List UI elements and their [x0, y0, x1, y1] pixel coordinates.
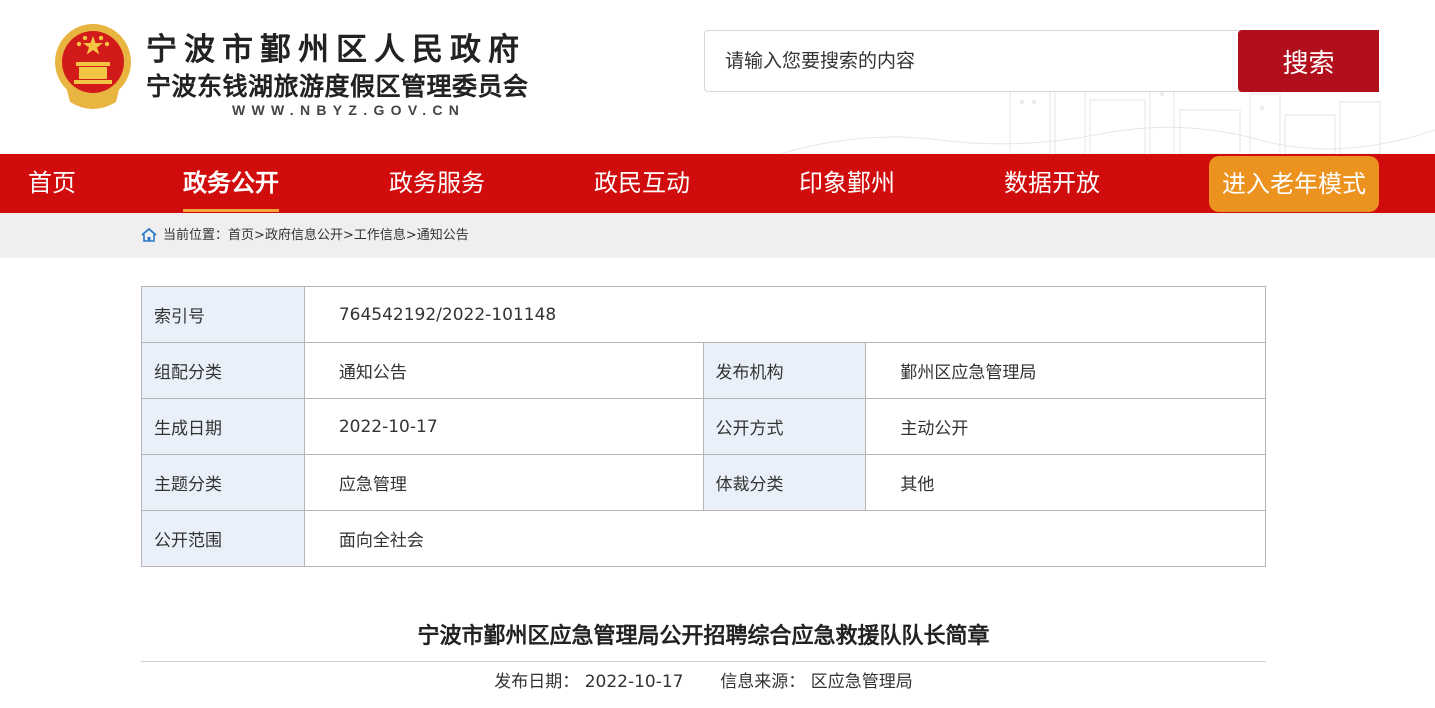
site-title-primary: 宁波市鄞州区人民政府	[146, 32, 526, 68]
site-url: WWW.NBYZ.GOV.CN	[232, 102, 466, 118]
table-row: 主题分类 应急管理 体裁分类 其他	[141, 454, 1266, 511]
main-nav: 首页 政务公开 政务服务 政民互动 印象鄞州 数据开放 进入老年模式	[0, 154, 1435, 213]
site-header: 宁波市鄞州区人民政府 宁波东钱湖旅游度假区管理委员会 WWW.NBYZ.GOV.…	[0, 0, 1435, 154]
publisher-label: 发布机构	[702, 342, 867, 399]
scope-value: 面向全社会	[303, 510, 1267, 567]
publish-date-value: 2022-10-17	[584, 672, 684, 692]
nav-item-government-services[interactable]: 政务服务	[389, 154, 485, 213]
category-value: 通知公告	[303, 342, 704, 399]
site-title-secondary: 宁波东钱湖旅游度假区管理委员会	[146, 72, 529, 101]
nav-item-home[interactable]: 首页	[28, 154, 76, 213]
disclosure-mode-value: 主动公开	[865, 398, 1266, 455]
breadcrumb-separator: >	[342, 228, 354, 243]
topic-label: 主题分类	[141, 454, 305, 511]
nav-item-open-data[interactable]: 数据开放	[1004, 154, 1100, 213]
table-row: 公开范围 面向全社会	[141, 510, 1267, 567]
article-meta: 发布日期： 2022-10-17 信息来源： 区应急管理局	[141, 667, 1266, 692]
source-value: 区应急管理局	[810, 672, 913, 692]
search-input[interactable]	[704, 30, 1244, 92]
search-button[interactable]: 搜索	[1238, 30, 1379, 92]
publisher-value: 鄞州区应急管理局	[865, 342, 1266, 399]
publish-date-label: 发布日期：	[494, 672, 580, 692]
nav-item-impression-yinzhou[interactable]: 印象鄞州	[799, 154, 895, 213]
home-icon	[141, 228, 157, 242]
genre-label: 体裁分类	[702, 454, 867, 511]
breadcrumb-prefix: 当前位置：	[163, 228, 229, 243]
nav-item-government-affairs[interactable]: 政务公开	[183, 154, 279, 213]
breadcrumb-work-info[interactable]: 工作信息	[354, 228, 406, 243]
table-row: 索引号 764542192/2022-101148	[141, 286, 1267, 343]
breadcrumb: 当前位置：首页>政府信息公开>工作信息>通知公告	[0, 213, 1435, 258]
created-date-value: 2022-10-17	[303, 398, 704, 455]
breadcrumb-separator: >	[254, 228, 265, 243]
national-emblem-icon	[55, 24, 131, 109]
info-metadata-table: 索引号 764542192/2022-101148 组配分类 通知公告 发布机构…	[141, 286, 1267, 567]
senior-mode-button[interactable]: 进入老年模式	[1209, 156, 1379, 212]
disclosure-mode-label: 公开方式	[702, 398, 867, 455]
article-title: 宁波市鄞州区应急管理局公开招聘综合应急救援队队长简章	[417, 624, 990, 649]
breadcrumb-notices[interactable]: 通知公告	[417, 228, 469, 243]
table-row: 组配分类 通知公告 发布机构 鄞州区应急管理局	[141, 342, 1266, 399]
breadcrumb-separator: >	[405, 228, 417, 243]
source-label: 信息来源：	[720, 672, 806, 692]
index-number-value: 764542192/2022-101148	[303, 286, 1267, 343]
category-label: 组配分类	[141, 342, 305, 399]
topic-value: 应急管理	[303, 454, 704, 511]
created-date-label: 生成日期	[141, 398, 305, 455]
breadcrumb-home[interactable]: 首页	[228, 228, 254, 243]
genre-value: 其他	[865, 454, 1266, 511]
divider	[141, 661, 1266, 662]
breadcrumb-gov-info[interactable]: 政府信息公开	[265, 228, 343, 243]
index-number-label: 索引号	[141, 286, 305, 343]
nav-item-public-interaction[interactable]: 政民互动	[594, 154, 690, 213]
scope-label: 公开范围	[141, 510, 305, 567]
table-row: 生成日期 2022-10-17 公开方式 主动公开	[141, 398, 1266, 455]
